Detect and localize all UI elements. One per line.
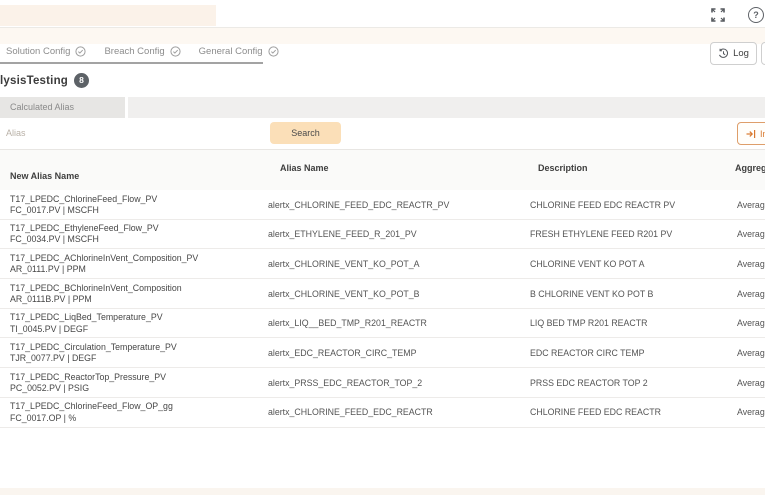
search-input[interactable] — [0, 118, 261, 148]
table-row[interactable]: T17_LPEDC_BChlorineInVent_Composition AR_… — [0, 279, 765, 309]
cell-description: CHLORINE FEED EDC REACTR PV — [530, 199, 676, 210]
top-bar: ? — [0, 0, 765, 28]
config-tab-label: General Config — [198, 46, 263, 57]
cell-aggregation: Average — [737, 258, 765, 269]
cell-description: FRESH ETHYLENE FEED R201 PV — [530, 229, 673, 240]
config-tab-label: Breach Config — [104, 46, 165, 57]
log-button[interactable]: Log — [710, 42, 757, 65]
cell-aggregation: Average — [737, 318, 765, 329]
check-circle-icon — [267, 46, 279, 57]
cell-alias-name: alertx_CHLORINE_VENT_KO_POT_B — [268, 288, 420, 299]
cell-alias-name: alertx_EDC_REACTOR_CIRC_TEMP — [268, 347, 417, 358]
config-tabs-underline — [0, 62, 263, 64]
cell-description: B CHLORINE VENT KO POT B — [530, 288, 654, 299]
cell-new-alias-tag: T17_LPEDC_ChlorineFeed_Flow_OP_gg FC_0017… — [10, 401, 173, 423]
page-title: lysisTesting — [0, 74, 69, 87]
config-tabs: Solution Config Breach Config General Conf… — [6, 46, 279, 57]
cell-description: EDC REACTOR CIRC TEMP — [530, 347, 645, 358]
config-tab-breach-config[interactable]: Breach Config — [104, 46, 181, 57]
check-circle-icon — [170, 46, 181, 57]
cell-new-alias-tag: T17_LPEDC_ChlorineFeed_Flow_PV FC_0017.PV… — [10, 193, 158, 215]
cell-alias-name: alertx_LIQ__BED_TMP_R201_REACTR — [268, 318, 427, 329]
config-tab-label: Solution Config — [6, 46, 71, 57]
cell-new-alias-tag: T17_LPEDC_ReactorTop_Pressure_PV PC_0052.… — [10, 371, 166, 393]
check-circle-icon — [75, 46, 87, 57]
table-row[interactable]: T17_LPEDC_EthyleneFeed_Flow_PV FC_0034.PV… — [0, 219, 765, 250]
column-header-aggregation: Aggregation — [735, 163, 765, 173]
partial-cropped-button[interactable] — [761, 42, 765, 65]
cell-aggregation: Average — [737, 199, 765, 210]
cell-alias-name: alertx_CHLORINE_FEED_EDC_REACTR_PV — [268, 199, 450, 210]
cell-description: CHLORINE VENT KO POT A — [530, 258, 645, 269]
topbar-highlight-block — [0, 5, 216, 26]
cell-new-alias-tag: T17_LPEDC_Circulation_Temperature_PV TJR_… — [10, 341, 177, 364]
cell-aggregation: Average — [737, 288, 765, 299]
import-button-label: Import — [760, 128, 765, 139]
history-icon — [718, 48, 729, 59]
search-button[interactable]: Search — [270, 122, 341, 144]
title-row: lysisTesting 8 — [0, 73, 90, 88]
log-button-label: Log — [733, 48, 749, 59]
cell-new-alias-tag: T17_LPEDC_BChlorineInVent_Composition AR_… — [10, 282, 182, 304]
table-row[interactable]: T17_LPEDC_LiqBed_Temperature_PV TI_0045.P… — [0, 308, 765, 339]
cell-aggregation: Average — [737, 229, 765, 240]
cell-description: PRSS EDC REACTOR TOP 2 — [530, 377, 648, 388]
cell-aggregation: Average — [737, 347, 765, 358]
alias-tabbar: Calculated Alias — [0, 97, 765, 118]
cell-aggregation: Average — [737, 377, 765, 388]
count-badge: 8 — [74, 73, 90, 88]
footer-bar — [0, 488, 765, 495]
import-button[interactable]: Import — [737, 122, 765, 145]
table-row[interactable]: T17_LPEDC_ChlorineFeed_Flow_PV FC_0017.PV… — [0, 190, 765, 220]
tab-calculated-alias[interactable]: Calculated Alias — [0, 97, 128, 118]
cell-description: CHLORINE FEED EDC REACTR — [530, 407, 661, 418]
column-header-alias-name: Alias Name — [280, 163, 329, 173]
help-icon[interactable]: ? — [748, 7, 764, 23]
cell-alias-name: alertx_CHLORINE_VENT_KO_POT_A — [268, 258, 420, 269]
cell-aggregation: Average — [737, 407, 765, 418]
table-row[interactable]: T17_LPEDC_ReactorTop_Pressure_PV PC_0052.… — [0, 368, 765, 398]
cell-alias-name: alertx_CHLORINE_FEED_EDC_REACTR — [268, 407, 433, 418]
header-band — [0, 28, 765, 44]
config-tab-general-config[interactable]: General Config — [199, 46, 279, 57]
table-row[interactable]: T17_LPEDC_ChlorineFeed_Flow_OP_gg FC_0017… — [0, 397, 765, 428]
cell-new-alias-tag: T17_LPEDC_AChlorineInVent_Composition_PV… — [10, 252, 199, 275]
table-row[interactable]: T17_LPEDC_Circulation_Temperature_PV TJR_… — [0, 338, 765, 369]
cell-description: LIQ BED TMP R201 REACTR — [530, 318, 648, 329]
search-row: Search Import — [0, 118, 765, 150]
table-body: T17_LPEDC_ChlorineFeed_Flow_PV FC_0017.PV… — [0, 190, 765, 428]
cell-new-alias-tag: T17_LPEDC_LiqBed_Temperature_PV TI_0045.P… — [10, 312, 163, 334]
cell-new-alias-tag: T17_LPEDC_EthyleneFeed_Flow_PV FC_0034.PV… — [10, 223, 159, 245]
config-tab-solution-config[interactable]: Solution Config — [6, 46, 87, 57]
fullscreen-expand-icon[interactable] — [711, 8, 725, 22]
import-icon — [746, 129, 756, 139]
column-header-description: Description — [538, 163, 588, 173]
cell-alias-name: alertx_PRSS_EDC_REACTOR_TOP_2 — [268, 377, 423, 388]
table-header: New Alias Name Tag Name | UoM Alias Name… — [0, 150, 765, 206]
cell-alias-name: alertx_ETHYLENE_FEED_R_201_PV — [268, 229, 417, 240]
table-row[interactable]: T17_LPEDC_AChlorineInVent_Composition_PV… — [0, 249, 765, 280]
